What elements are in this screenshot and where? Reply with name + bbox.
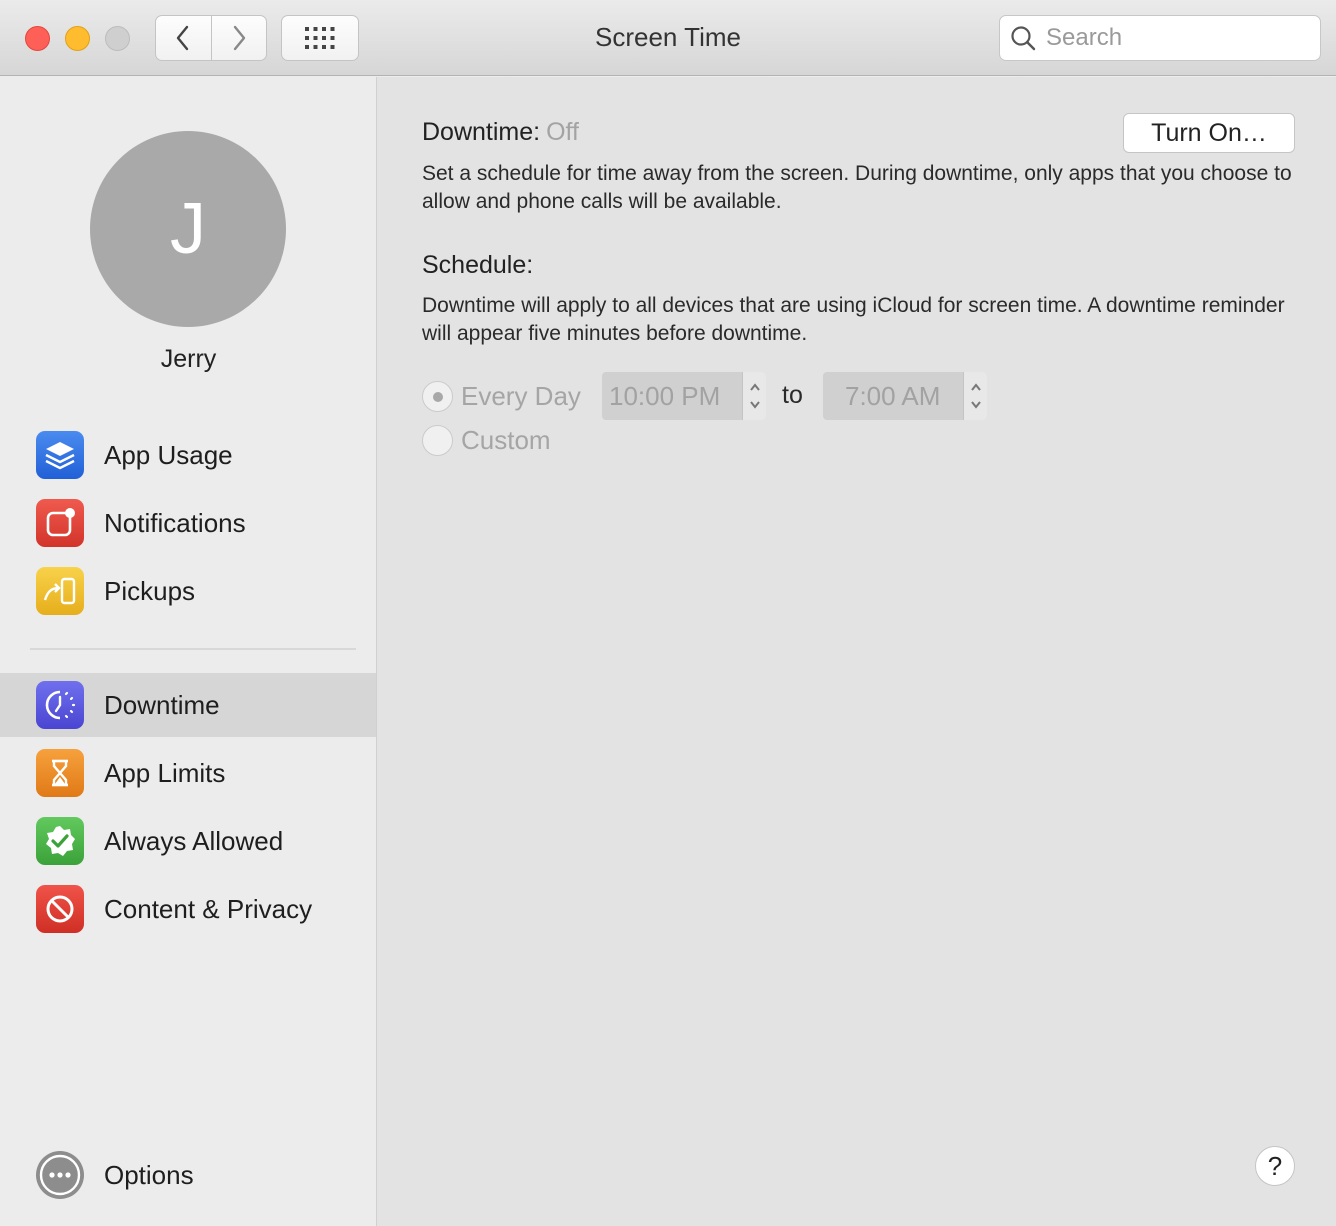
custom-radio[interactable]: Custom <box>422 425 551 456</box>
chevron-up-down-icon <box>970 383 981 409</box>
chevron-up-down-icon <box>749 383 760 409</box>
user-name: Jerry <box>160 345 217 373</box>
schedule-heading: Schedule: <box>422 251 534 279</box>
ellipsis-circle-icon <box>36 1151 84 1199</box>
downtime-pane: Downtime: Off Turn On… Set a schedule for… <box>377 77 1336 1226</box>
end-time-stepper[interactable] <box>963 372 987 420</box>
sidebar-item-app-limits[interactable]: App Limits <box>0 741 376 805</box>
sidebar-item-always-allowed[interactable]: Always Allowed <box>0 809 376 873</box>
checkmark-seal-icon <box>36 817 84 865</box>
sidebar-item-content-privacy[interactable]: Content & Privacy <box>0 877 376 941</box>
downtime-clock-icon <box>36 681 84 729</box>
sidebar-item-label: Downtime <box>104 689 220 720</box>
sidebar-item-app-usage[interactable]: App Usage <box>0 423 376 487</box>
sidebar-item-pickups[interactable]: Pickups <box>0 559 376 623</box>
downtime-heading: Downtime: Off <box>422 118 579 147</box>
sidebar-item-label: Pickups <box>104 575 196 606</box>
prohibited-icon <box>36 885 84 933</box>
help-button[interactable]: ? <box>1255 1146 1295 1186</box>
sidebar-item-label: Notifications <box>104 507 246 538</box>
sidebar-item-notifications[interactable]: Notifications <box>0 491 376 555</box>
end-time-value: 7:00 AM <box>845 380 941 411</box>
custom-label: Custom <box>461 425 551 455</box>
sidebar-item-options[interactable]: Options <box>0 1143 376 1207</box>
avatar-initial: J <box>170 189 206 269</box>
sidebar-item-label: App Usage <box>104 439 233 470</box>
avatar[interactable]: J <box>90 131 286 327</box>
downtime-status: Off <box>546 118 579 146</box>
radio-button[interactable] <box>422 381 453 412</box>
radio-button[interactable] <box>422 425 453 456</box>
start-time-field[interactable]: 10:00 PM <box>602 372 766 420</box>
every-day-label: Every Day <box>461 381 581 411</box>
search-icon <box>1011 26 1036 51</box>
search-field[interactable] <box>999 15 1321 61</box>
search-input[interactable] <box>1046 24 1306 52</box>
sidebar-item-label: App Limits <box>104 757 226 788</box>
layers-icon <box>36 431 84 479</box>
title-bar: Screen Time <box>0 0 1336 76</box>
phone-pickup-icon <box>36 567 84 615</box>
sidebar-item-label: Options <box>104 1159 194 1190</box>
start-time-stepper[interactable] <box>742 372 766 420</box>
to-label: to <box>782 381 803 409</box>
sidebar-divider <box>30 648 356 650</box>
sidebar-item-label: Always Allowed <box>104 825 284 856</box>
sidebar-item-downtime[interactable]: Downtime <box>0 673 376 737</box>
downtime-description: Set a schedule for time away from the sc… <box>422 162 1292 213</box>
start-time-value: 10:00 PM <box>609 380 721 411</box>
notification-badge-icon <box>36 499 84 547</box>
end-time-field[interactable]: 7:00 AM <box>823 372 987 420</box>
turn-on-button[interactable]: Turn On… <box>1123 113 1295 153</box>
schedule-description: Downtime will apply to all devices that … <box>422 294 1285 345</box>
downtime-label: Downtime: <box>422 118 541 146</box>
hourglass-icon <box>36 749 84 797</box>
sidebar: J Jerry App Usage Notifications Pickups … <box>0 77 377 1226</box>
sidebar-item-label: Content & Privacy <box>104 893 313 924</box>
every-day-radio[interactable]: Every Day <box>422 381 581 412</box>
